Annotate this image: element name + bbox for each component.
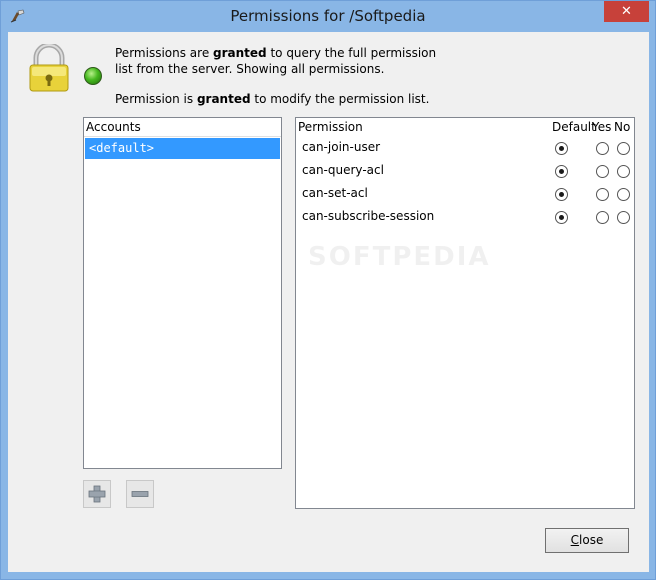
column-header-permission: Permission <box>298 120 363 134</box>
query-message-prefix: Permissions are <box>115 46 214 60</box>
close-button-label: lose <box>579 533 604 547</box>
radio-default[interactable] <box>555 188 568 201</box>
close-button[interactable]: Close <box>545 528 629 553</box>
plus-icon <box>88 485 106 503</box>
permissions-window: Permissions for /Softpedia ✕ Permissions… <box>0 0 656 580</box>
modify-permission-message: Permission is granted to modify the perm… <box>115 91 429 107</box>
window-title: Permissions for /Softpedia <box>230 7 426 25</box>
permission-status-led <box>84 67 102 85</box>
accounts-list[interactable]: Accounts <default> <box>83 117 282 469</box>
permission-name: can-join-user <box>302 140 381 154</box>
close-button-mnemonic: C <box>570 533 580 547</box>
add-account-button[interactable] <box>83 480 111 508</box>
dialog-client-area: Permissions are granted to query the ful… <box>8 32 649 572</box>
table-row: can-subscribe-session <box>296 205 634 228</box>
window-close-button[interactable]: ✕ <box>604 1 649 22</box>
accounts-header: Accounts <box>84 118 281 137</box>
radio-no[interactable] <box>617 211 630 224</box>
column-header-no: No <box>614 120 631 134</box>
radio-yes[interactable] <box>596 211 609 224</box>
minus-icon <box>131 491 149 497</box>
permission-name: can-set-acl <box>302 186 368 200</box>
permission-name: can-subscribe-session <box>302 209 435 223</box>
table-row: can-query-acl <box>296 159 634 182</box>
table-row: can-set-acl <box>296 182 634 205</box>
title-bar[interactable]: Permissions for /Softpedia ✕ <box>1 1 655 32</box>
remove-account-button[interactable] <box>126 480 154 508</box>
permissions-header-row: Permission Default Yes No <box>296 118 634 136</box>
permissions-table: Permission Default Yes No can-join-user … <box>295 117 635 509</box>
column-header-yes: Yes <box>592 120 612 134</box>
softpedia-watermark: SOFTPEDIA <box>308 242 491 272</box>
radio-no[interactable] <box>617 165 630 178</box>
padlock-icon <box>29 44 69 92</box>
radio-yes[interactable] <box>596 142 609 155</box>
permission-name: can-query-acl <box>302 163 384 177</box>
radio-default[interactable] <box>555 142 568 155</box>
radio-no[interactable] <box>617 188 630 201</box>
radio-no[interactable] <box>617 142 630 155</box>
radio-yes[interactable] <box>596 188 609 201</box>
account-item-default[interactable]: <default> <box>85 138 280 159</box>
query-message-granted: granted <box>213 46 267 60</box>
column-header-default: Default <box>552 120 596 134</box>
modify-message-granted: granted <box>196 92 251 106</box>
modify-message-prefix: Permission is <box>115 92 197 106</box>
table-row: can-join-user <box>296 136 634 159</box>
query-permission-message: Permissions are granted to query the ful… <box>115 45 445 77</box>
modify-message-suffix: to modify the permission list. <box>250 92 430 106</box>
radio-default[interactable] <box>555 165 568 178</box>
radio-default[interactable] <box>555 211 568 224</box>
radio-yes[interactable] <box>596 165 609 178</box>
